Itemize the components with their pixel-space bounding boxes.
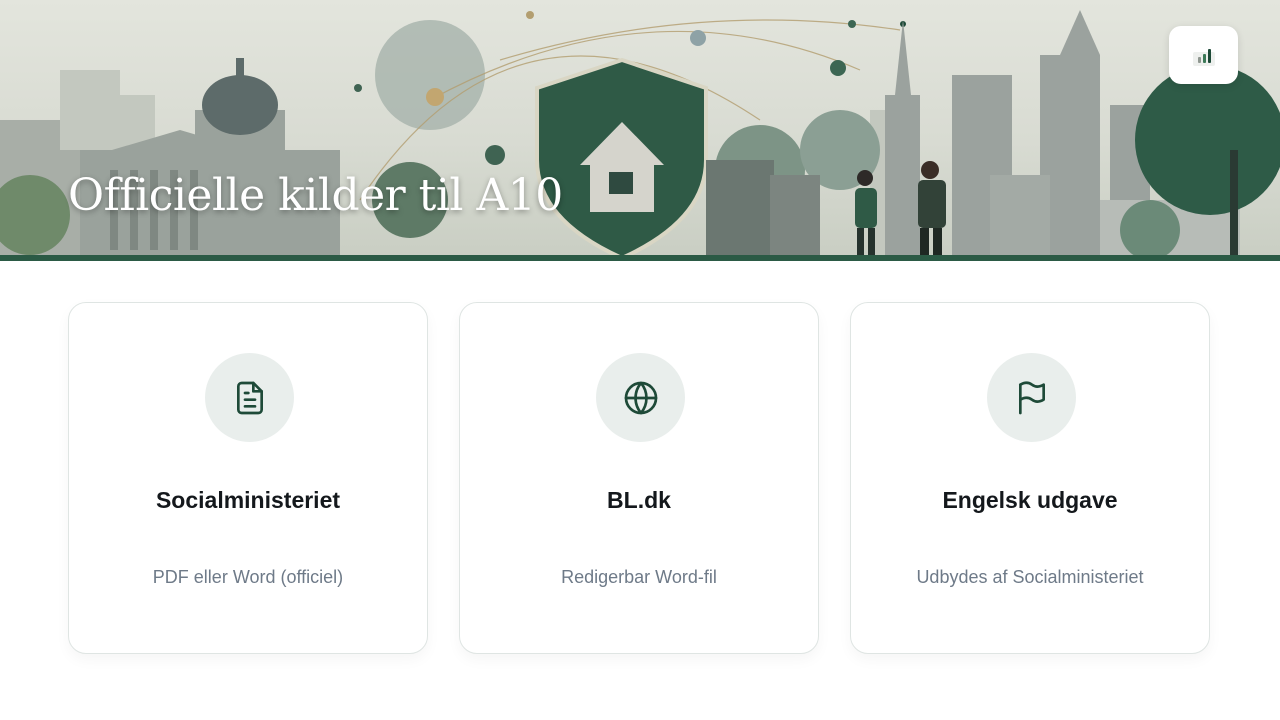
hero-banner: Officielle kilder til A10	[0, 0, 1280, 258]
globe-icon	[624, 381, 657, 414]
card-subtitle: PDF eller Word (officiel)	[152, 567, 344, 587]
card-subtitle: Udbydes af Socialministeriet	[916, 567, 1144, 587]
card-title: Engelsk udgave	[942, 487, 1118, 513]
icon-circle	[205, 353, 294, 442]
card-subtitle: Redigerbar Word-fil	[561, 567, 717, 587]
hero-divider	[0, 255, 1280, 261]
icon-circle	[596, 353, 685, 442]
card-title: BL.dk	[607, 487, 671, 513]
card-title: Socialministeriet	[155, 487, 341, 513]
stats-button[interactable]	[1169, 26, 1238, 84]
icon-circle	[987, 353, 1076, 442]
source-card-bl-dk[interactable]: BL.dk Redigerbar Word-fil	[459, 302, 819, 654]
document-icon	[236, 381, 263, 414]
flag-icon	[1018, 380, 1045, 414]
page-title: Officielle kilder til A10	[68, 170, 563, 221]
source-card-socialministeriet[interactable]: Socialministeriet PDF eller Word (offici…	[68, 302, 428, 654]
bar-chart-icon	[1192, 49, 1215, 66]
source-card-engelsk-udgave[interactable]: Engelsk udgave Udbydes af Socialminister…	[850, 302, 1210, 654]
